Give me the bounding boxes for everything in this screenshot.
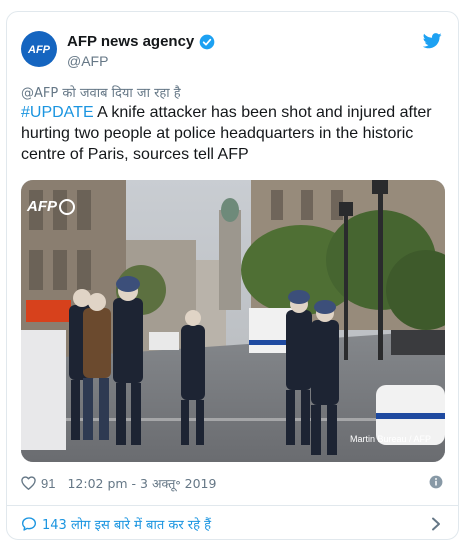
like-count[interactable]: 91 <box>41 476 55 491</box>
verified-badge-icon <box>199 34 215 49</box>
hashtag-link[interactable]: #UPDATE <box>21 104 94 121</box>
speech-bubble-icon <box>22 517 36 531</box>
tweet-photo[interactable]: AFP Martin Bureau / AFP <box>21 180 445 462</box>
photo-credit: Martin Bureau / AFP <box>349 434 431 444</box>
tweet-text: #UPDATE A knife attacker has been shot a… <box>21 102 445 165</box>
info-icon[interactable] <box>429 475 443 489</box>
divider <box>7 505 458 506</box>
display-name[interactable]: AFP news agency <box>67 33 194 50</box>
photo-watermark: AFP <box>27 198 75 215</box>
author-name-row[interactable]: AFP news agency <box>67 33 215 50</box>
street-scene-photo <box>21 180 445 462</box>
chevron-right-icon[interactable] <box>431 517 441 531</box>
avatar[interactable]: AFP <box>21 31 57 67</box>
timestamp[interactable]: 12:02 pm - 3 अक्तू॰ 2019 <box>67 475 216 492</box>
conversation-link[interactable]: 143 लोग इस बारे में बात कर रहे हैं <box>21 513 445 535</box>
reply-context[interactable]: @AFP को जवाब दिया जा रहा है <box>21 83 181 101</box>
afp-ring-icon <box>59 198 75 215</box>
tweet-meta: 91 12:02 pm - 3 अक्तू॰ 2019 <box>21 474 445 492</box>
conversation-label[interactable]: 143 लोग इस बारे में बात कर रहे हैं <box>42 515 211 533</box>
handle[interactable]: @AFP <box>67 53 108 69</box>
afp-logo: AFP <box>27 44 51 56</box>
heart-icon[interactable] <box>21 476 36 490</box>
avatar-text: AFP <box>27 44 51 56</box>
twitter-bird-icon[interactable] <box>423 33 442 49</box>
photo-watermark-text: AFP <box>27 198 57 215</box>
tweet-card[interactable]: AFP AFP news agency @AFP @AFP को जवाब दि… <box>6 11 459 540</box>
